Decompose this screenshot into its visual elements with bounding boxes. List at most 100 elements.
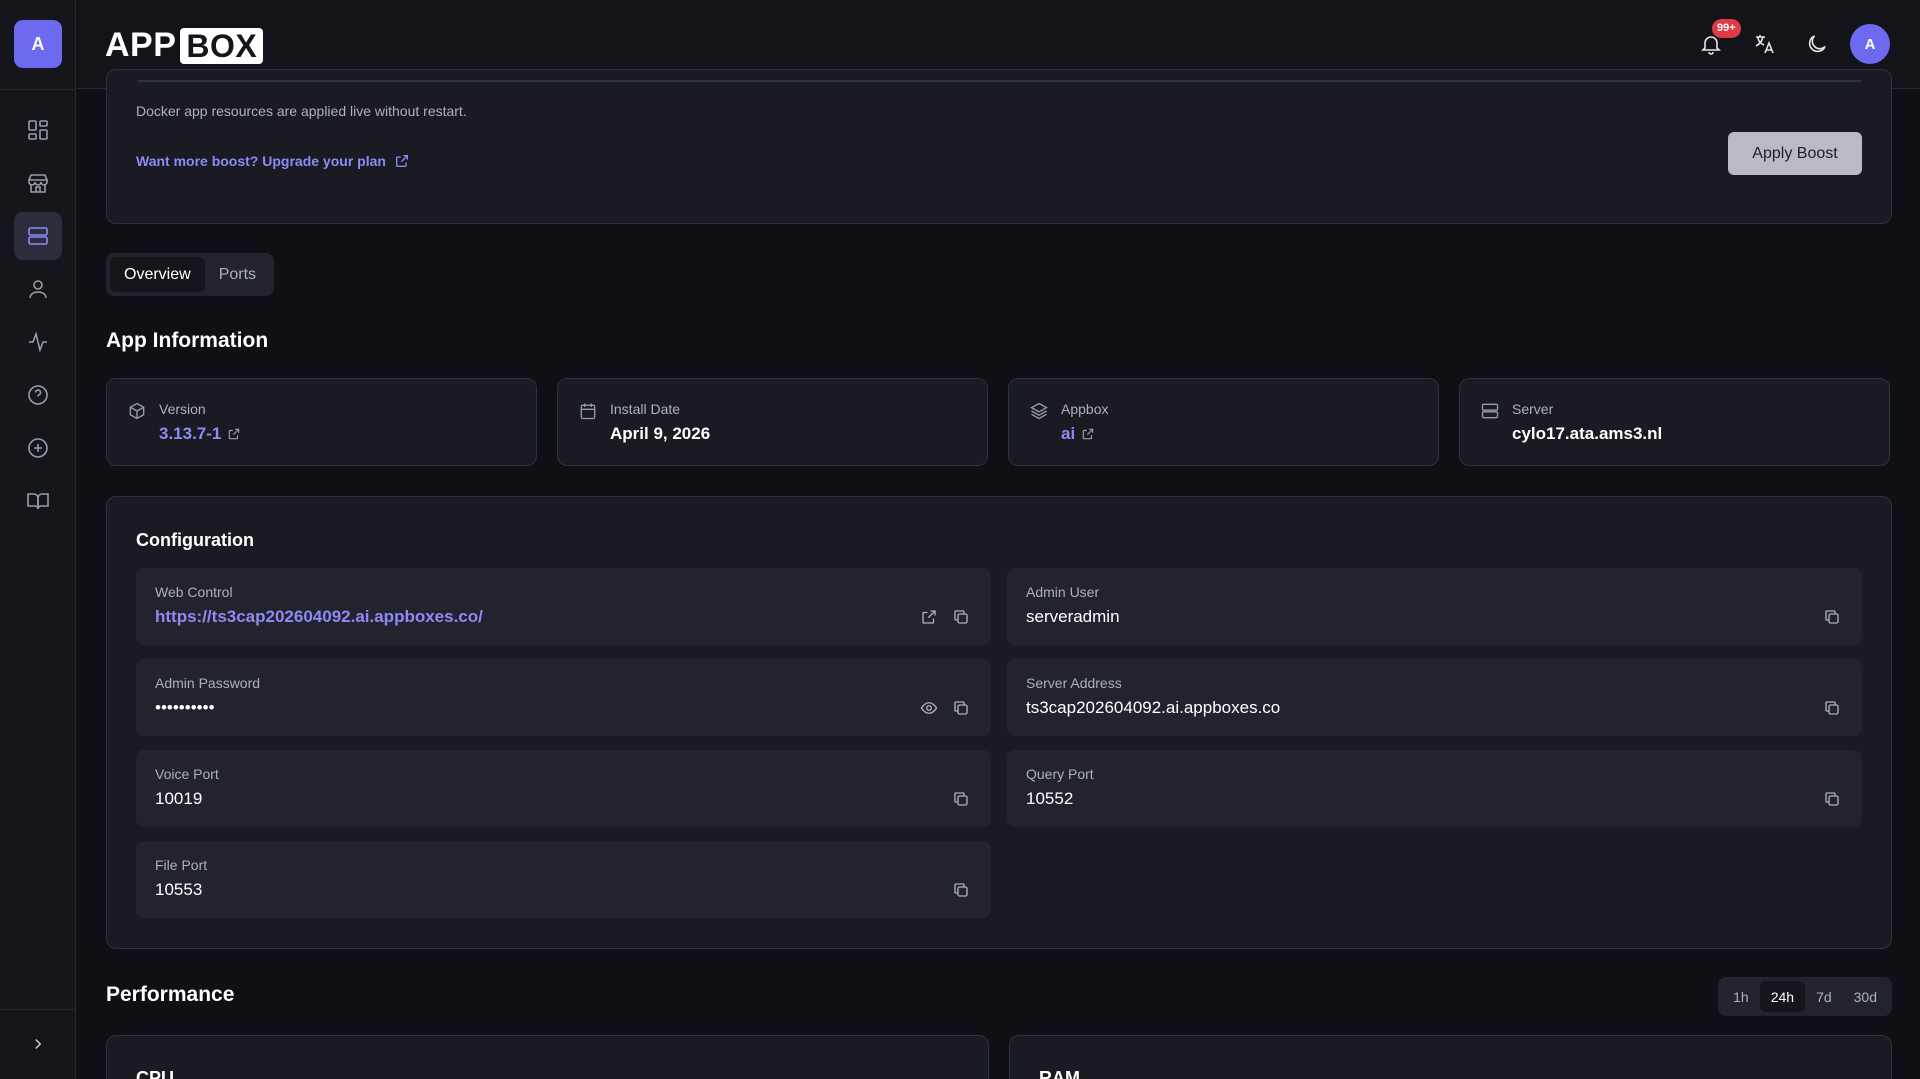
admin-password-value: ••••••••••	[155, 698, 215, 717]
range-1h[interactable]: 1h	[1722, 981, 1760, 1012]
field-label: Server Address	[1026, 675, 1122, 691]
field-actions	[1810, 607, 1842, 627]
theme-toggle-button[interactable]	[1797, 24, 1837, 64]
cpu-card: CPU	[106, 1035, 989, 1079]
field-label: Web Control	[155, 584, 233, 600]
cpu-card-title: CPU	[136, 1068, 175, 1079]
range-30d[interactable]: 30d	[1843, 981, 1888, 1012]
copy-button[interactable]	[1822, 607, 1842, 627]
app-info-cards: Version 3.13.7-1 Install Date April 9, 2…	[106, 378, 1892, 466]
copy-button[interactable]	[951, 880, 971, 900]
field-actions	[907, 607, 971, 627]
sidebar-divider	[0, 89, 75, 90]
app-information-title: App Information	[106, 329, 269, 352]
store-icon	[28, 174, 48, 193]
external-link-icon	[1082, 428, 1094, 440]
copy-button[interactable]	[1822, 789, 1842, 809]
field-voice-port: Voice Port 10019	[136, 750, 991, 827]
detail-tabs: Overview Ports	[106, 253, 275, 296]
calendar-icon	[580, 403, 596, 420]
field-query-port: Query Port 10552	[1007, 750, 1862, 827]
field-label: File Port	[155, 857, 208, 873]
file-port-value: 10553	[155, 880, 203, 899]
sidebar-divider-bottom	[0, 1009, 75, 1010]
field-actions	[1810, 789, 1842, 809]
copy-icon	[1825, 792, 1839, 806]
moon-icon	[1808, 35, 1826, 53]
sidebar-item-servers[interactable]	[14, 212, 62, 260]
field-actions	[907, 698, 971, 718]
workspace-avatar[interactable]: A	[14, 20, 62, 68]
field-label: Admin User	[1026, 584, 1100, 600]
tab-ports[interactable]: Ports	[205, 257, 270, 292]
field-admin-password: Admin Password ••••••••••	[136, 659, 991, 736]
external-link-icon	[395, 155, 408, 167]
sidebar-item-docs[interactable]	[14, 477, 62, 525]
copy-button[interactable]	[951, 607, 971, 627]
user-avatar[interactable]: A	[1850, 24, 1890, 64]
sidebar-item-store[interactable]	[14, 159, 62, 207]
notifications-button[interactable]: 99+	[1691, 19, 1741, 64]
field-label: Admin Password	[155, 675, 261, 691]
copy-button[interactable]	[1822, 698, 1842, 718]
language-button[interactable]	[1744, 24, 1784, 64]
admin-user-value: serveradmin	[1026, 607, 1120, 626]
copy-button[interactable]	[951, 789, 971, 809]
external-link-icon	[229, 428, 240, 440]
info-card-install-date: Install Date April 9, 2026	[557, 378, 988, 466]
open-link-button[interactable]	[919, 607, 939, 627]
sidebar-item-dashboard[interactable]	[14, 106, 62, 154]
info-label: Install Date	[610, 401, 681, 417]
field-actions	[939, 789, 971, 809]
field-label: Query Port	[1026, 766, 1094, 782]
apply-boost-button[interactable]: Apply Boost	[1728, 132, 1862, 175]
version-value: 3.13.7-1	[159, 424, 222, 443]
copy-icon	[954, 883, 968, 897]
logo-app-text: APP	[105, 26, 177, 64]
info-label: Appbox	[1061, 401, 1109, 417]
ram-card: RAM	[1009, 1035, 1892, 1079]
activity-icon	[29, 331, 47, 353]
reveal-password-button[interactable]	[919, 698, 939, 718]
info-card-server: Server cylo17.ata.ams3.nl	[1459, 378, 1890, 466]
sidebar-item-add[interactable]	[14, 424, 62, 472]
boost-card: Docker app resources are applied live wi…	[106, 69, 1892, 224]
logo-box-text: BOX	[180, 27, 264, 64]
tab-overview[interactable]: Overview	[110, 257, 205, 292]
copy-icon	[954, 701, 968, 715]
copy-icon	[1825, 701, 1839, 715]
field-label: Voice Port	[155, 766, 219, 782]
performance-title: Performance	[106, 983, 235, 1006]
time-range-selector: 1h 24h 7d 30d	[1718, 977, 1892, 1016]
appbox-value: ai	[1061, 424, 1076, 443]
book-icon	[27, 493, 49, 510]
appbox-link[interactable]: ai	[1061, 424, 1095, 444]
sidebar-collapse-button[interactable]	[26, 1032, 50, 1056]
sidebar-item-account[interactable]	[14, 265, 62, 313]
help-icon	[28, 385, 48, 405]
field-web-control: Web Control https://ts3cap202604092.ai.a…	[136, 568, 991, 645]
sidebar-item-help[interactable]	[14, 371, 62, 419]
install-date-value: April 9, 2026	[610, 424, 711, 443]
add-circle-icon	[28, 438, 48, 458]
external-link-icon	[922, 610, 936, 624]
field-actions	[939, 880, 971, 900]
appbox-logo[interactable]: APP BOX	[105, 26, 264, 65]
copy-button[interactable]	[951, 698, 971, 718]
field-file-port: File Port 10553	[136, 841, 991, 918]
upgrade-plan-link[interactable]: Want more boost? Upgrade your plan	[136, 153, 410, 169]
info-label: Version	[159, 401, 206, 417]
chevron-right-icon	[35, 1038, 42, 1050]
copy-icon	[954, 610, 968, 624]
translate-icon	[1755, 35, 1774, 54]
range-7d[interactable]: 7d	[1805, 981, 1843, 1012]
version-link[interactable]: 3.13.7-1	[159, 424, 241, 444]
configuration-card: Configuration Web Control https://ts3cap…	[106, 496, 1892, 949]
range-24h[interactable]: 24h	[1759, 981, 1806, 1012]
web-control-url[interactable]: https://ts3cap202604092.ai.appboxes.co/	[155, 607, 483, 627]
sidebar-item-activity[interactable]	[14, 318, 62, 366]
field-server-address: Server Address ts3cap202604092.ai.appbox…	[1007, 659, 1862, 736]
info-card-version: Version 3.13.7-1	[106, 378, 537, 466]
voice-port-value: 10019	[155, 789, 203, 808]
copy-icon	[954, 792, 968, 806]
